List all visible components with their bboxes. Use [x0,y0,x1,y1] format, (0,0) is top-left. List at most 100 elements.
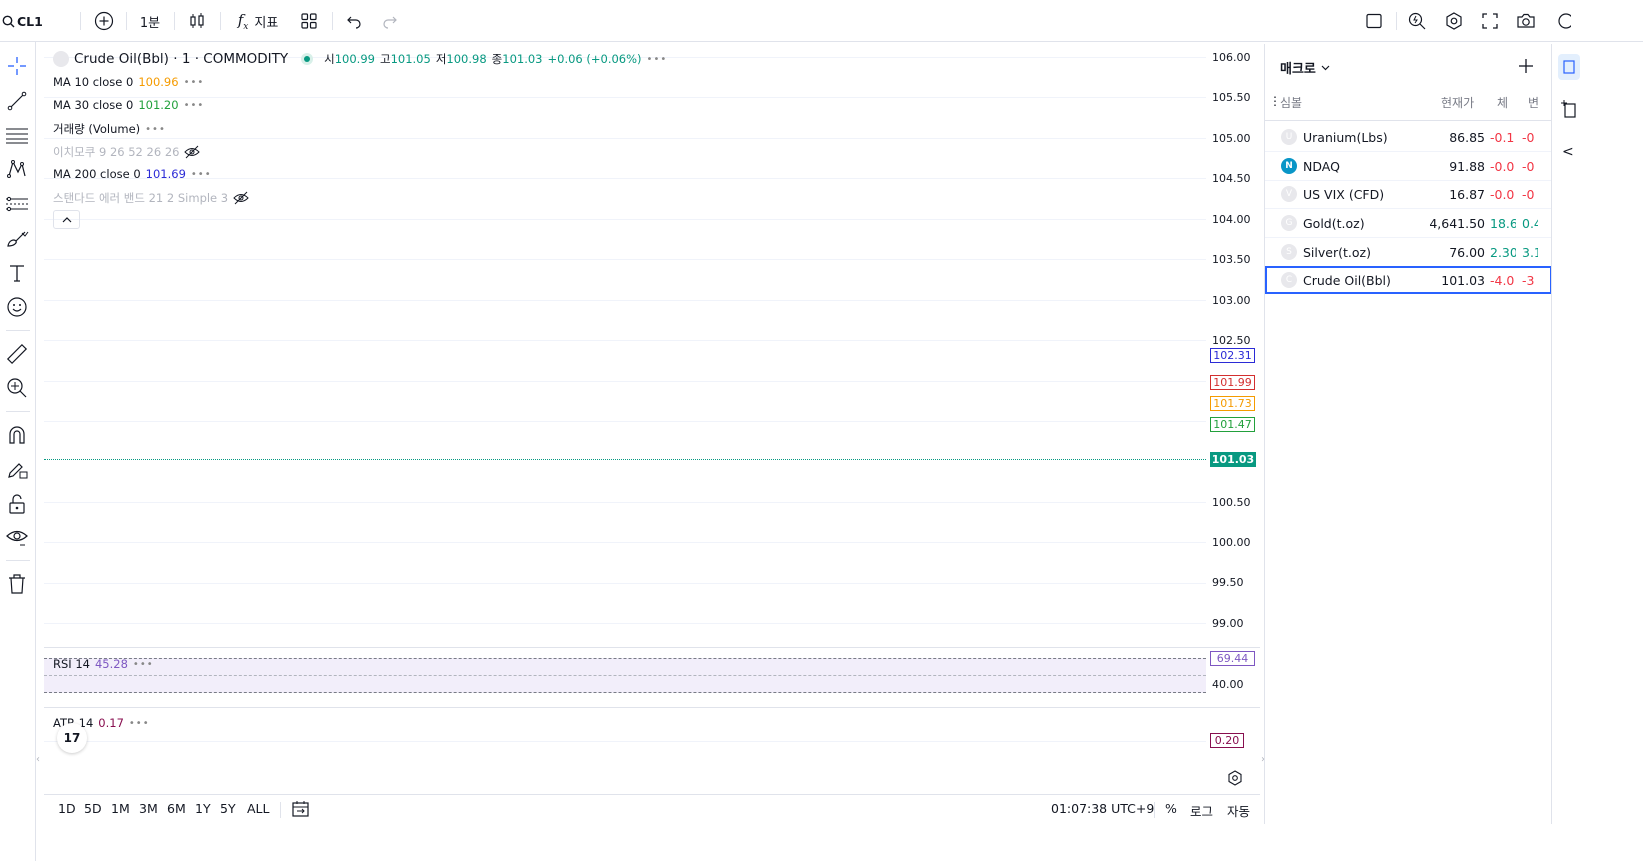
snapshot-button[interactable] [1514,0,1538,42]
row-change-pct: -0 [1522,129,1535,145]
indicators-button[interactable]: fx 지표 [231,0,285,42]
indicator-legend[interactable]: 스탠다드 에러 밴드 21 2 Simple 3 [53,190,249,206]
redo-icon [383,16,397,29]
rsi-pane[interactable]: RSI 14 45.28 ••• 69.44 40.00 [44,647,1260,707]
fullscreen-button[interactable] [1478,0,1502,42]
indicator-legend[interactable]: 이치모쿠 9 26 52 26 26 [53,144,201,160]
axis-settings-button[interactable] [1227,770,1245,788]
settings-button[interactable] [1442,0,1466,42]
auto-toggle[interactable]: 자동 [1227,801,1250,820]
collapse-legend-button[interactable] [53,210,80,229]
range-all[interactable]: ALL [247,801,269,816]
redo-button[interactable] [378,0,402,42]
watchlist-title-button[interactable]: 매크로 [1280,58,1330,77]
indicator-legend[interactable]: MA 30 close 0 101.20 ••• [53,98,204,112]
col-change[interactable]: 체 [1497,94,1508,111]
range-3m[interactable]: 3M [139,801,158,816]
lock-all-tool[interactable] [3,490,31,518]
hide-drawings-tool[interactable] [3,524,31,552]
percent-toggle[interactable]: % [1165,801,1177,816]
col-symbol[interactable]: 심볼 [1280,94,1302,111]
add-symbol-button[interactable] [1517,57,1535,75]
watchlist-title: 매크로 [1280,62,1316,77]
more-dots-icon[interactable]: ••• [129,718,150,729]
atr-pane[interactable]: ATR 14 0.17 ••• 0.20 17 [44,707,1260,794]
log-toggle[interactable]: 로그 [1190,801,1213,820]
indicator-price-tag: 101.99 [1210,375,1255,390]
row-change: -0.0 [1490,158,1515,174]
undo-button[interactable] [342,0,366,42]
measure-tool[interactable] [3,340,31,368]
hline-tool[interactable] [3,121,31,149]
fullscreen-area-button[interactable] [1362,0,1386,42]
indicator-legend[interactable]: MA 200 close 0 101.69 ••• [53,167,212,181]
chart-pane[interactable]: Crude Oil(Bbl) · 1 · COMMODITY 시100.99 고1… [44,44,1260,794]
close-value: 101.03 [502,52,543,66]
interval-button[interactable]: 1분 [136,0,164,42]
crosshair-tool[interactable] [3,52,31,80]
collapse-left-arrow[interactable]: ‹ [36,754,40,765]
top-toolbar: CL1 1분 fx 지표 [0,0,1643,42]
symbol-search-button[interactable]: CL1 [0,0,48,42]
price-label: 105.50 [1212,91,1251,104]
range-1d[interactable]: 1D [58,801,76,816]
watchlist-row[interactable]: N NDAQ 91.88 -0.0 -0 [1265,152,1552,181]
delete-tool[interactable] [3,570,31,598]
layout-button[interactable] [297,0,321,42]
symbol-logo-icon: U [1281,129,1297,145]
collapse-sidebar-button[interactable]: < [1562,144,1574,160]
clock-icon [1558,13,1571,29]
watchlist-row[interactable]: U Uranium(Lbs) 86.85 -0.1 -0 [1265,123,1552,152]
range-1y[interactable]: 1Y [195,801,211,816]
symbol-logo-icon: C [1281,272,1297,288]
grid-icon [301,13,317,29]
range-5d[interactable]: 5D [84,801,102,816]
range-1m[interactable]: 1M [111,801,130,816]
chart-type-button[interactable] [185,0,209,42]
forecast-tool[interactable] [3,190,31,218]
goto-date-button[interactable] [291,800,311,821]
watchlist-row[interactable]: G Gold(t.oz) 4,641.50 18.6 0.4 [1265,209,1552,238]
watchlist-row-selected[interactable]: C Crude Oil(Bbl) 101.03 -4.0 -3 [1265,266,1552,294]
more-dots-icon[interactable]: ••• [133,659,154,670]
range-6m[interactable]: 6M [167,801,186,816]
alerts-sidebar-button[interactable] [1558,96,1580,122]
magnet-tool[interactable] [3,421,31,449]
more-dots-icon[interactable]: ••• [647,54,668,65]
more-dots-icon[interactable]: ••• [184,77,205,88]
col-change-pct[interactable]: 변 [1528,94,1539,111]
indicator-label: 이치모쿠 9 26 52 26 26 [53,145,180,159]
zoom-tool[interactable] [3,374,31,402]
range-5y[interactable]: 5Y [220,801,236,816]
brush-tool[interactable] [3,224,31,252]
alert-button[interactable] [1557,0,1571,42]
more-dots-icon[interactable]: ••• [184,100,205,111]
tradingview-logo[interactable]: 17 [57,723,87,753]
compare-add-button[interactable] [92,0,116,42]
symbol-logo-icon: S [1281,244,1297,260]
lock-drawings-tool[interactable] [3,455,31,483]
emoji-tool[interactable] [3,293,31,321]
ma30-price-tag: 101.47 [1210,417,1255,432]
rsi-legend[interactable]: RSI 14 45.28 ••• [53,657,154,671]
row-change: 2.30 [1490,244,1516,260]
watchlist-row[interactable]: V US VIX (CFD) 16.87 -0.0 -0 [1265,180,1552,209]
legend-title[interactable]: Crude Oil(Bbl) · 1 · COMMODITY [74,51,288,67]
watchlist-row[interactable]: S Silver(t.oz) 76.00 2.30 3.1 [1265,238,1552,267]
trendline-tool[interactable] [3,87,31,115]
more-dots-icon[interactable]: ••• [145,124,166,135]
unlock-icon [9,494,25,514]
text-tool[interactable] [3,259,31,287]
eye-hidden-icon[interactable] [233,191,249,205]
more-dots-icon[interactable]: ••• [191,169,212,180]
watchlist-sidebar-button[interactable] [1558,54,1580,80]
indicator-legend[interactable]: 거래량 (Volume) ••• [53,121,166,137]
pattern-tool[interactable] [3,155,31,183]
quick-search-button[interactable] [1405,0,1429,42]
indicator-legend[interactable]: MA 10 close 0 100.96 ••• [53,75,204,89]
row-change-pct: -0 [1522,158,1535,174]
eye-hidden-icon[interactable] [184,145,201,159]
price-label: 103.50 [1212,253,1251,266]
col-price[interactable]: 현재가 [1441,94,1474,111]
clock-time[interactable]: 01:07:38 UTC+9 [1051,801,1154,816]
